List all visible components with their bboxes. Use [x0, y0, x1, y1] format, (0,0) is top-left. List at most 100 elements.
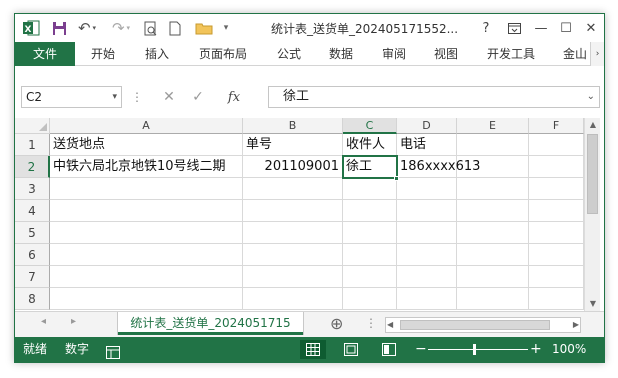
row-header-1[interactable]: 1 — [15, 134, 50, 156]
print-preview-icon[interactable] — [141, 18, 161, 38]
cell-c2[interactable]: 徐工 — [343, 156, 397, 178]
empty-cell[interactable] — [50, 178, 243, 200]
empty-cell[interactable] — [343, 244, 397, 266]
cell-d2[interactable]: 186xxxx613 — [397, 156, 529, 178]
cell-a1[interactable]: 送货地点 — [50, 134, 243, 156]
maximize-button[interactable]: ☐ — [555, 18, 577, 38]
expand-formula-bar-icon[interactable]: ⌄ — [587, 87, 595, 107]
cell-c1[interactable]: 收件人 — [343, 134, 397, 156]
row-header-3[interactable]: 3 — [15, 178, 50, 200]
empty-cell[interactable] — [397, 266, 457, 288]
empty-cell[interactable] — [243, 266, 343, 288]
next-sheet-icon[interactable]: ▸ — [71, 316, 76, 327]
column-header-b[interactable]: B — [243, 118, 343, 134]
name-box[interactable]: C2 ▾ — [21, 86, 122, 108]
row-header-7[interactable]: 7 — [15, 266, 50, 288]
scroll-right-icon[interactable]: ▶ — [573, 318, 579, 332]
empty-cell[interactable] — [457, 266, 529, 288]
previous-sheet-icon[interactable]: ◂ — [41, 316, 46, 327]
tabs-scroll-right-button[interactable]: › — [590, 42, 604, 66]
scroll-up-icon[interactable]: ▲ — [585, 118, 601, 132]
empty-cell[interactable] — [50, 222, 243, 244]
vertical-scrollbar[interactable]: ▲ ▼ — [584, 118, 600, 311]
empty-cell[interactable] — [243, 222, 343, 244]
tab-home[interactable]: 开始 — [91, 42, 115, 66]
cell-d1[interactable]: 电话 — [397, 134, 457, 156]
empty-cell[interactable] — [529, 222, 584, 244]
empty-cell[interactable] — [529, 134, 584, 156]
empty-cell[interactable] — [243, 200, 343, 222]
formula-input[interactable]: 徐工 ⌄ — [268, 86, 600, 108]
empty-cell[interactable] — [457, 222, 529, 244]
scroll-down-icon[interactable]: ▼ — [585, 297, 601, 311]
tab-view[interactable]: 视图 — [434, 42, 458, 66]
empty-cell[interactable] — [343, 222, 397, 244]
horizontal-scrollbar[interactable]: ◀ ▶ — [385, 317, 581, 333]
chevron-down-icon[interactable]: ▾ — [112, 87, 117, 107]
column-header-e[interactable]: E — [457, 118, 529, 134]
minimize-button[interactable]: — — [530, 18, 552, 38]
tab-review[interactable]: 审阅 — [382, 42, 406, 66]
empty-cell[interactable] — [50, 288, 243, 310]
open-folder-icon[interactable] — [193, 18, 215, 38]
cell-a2[interactable]: 中铁六局北京地铁10号线二期 — [50, 156, 243, 178]
row-header-8[interactable]: 8 — [15, 288, 50, 310]
empty-cell[interactable] — [529, 156, 584, 178]
zoom-in-icon[interactable]: + — [530, 337, 542, 362]
page-layout-view-icon[interactable] — [338, 340, 364, 359]
redo-icon[interactable]: ↷ ▾ — [107, 18, 135, 38]
horizontal-scroll-thumb[interactable] — [400, 320, 550, 330]
close-button[interactable]: ✕ — [580, 18, 602, 38]
tab-formulas[interactable]: 公式 — [277, 42, 301, 66]
column-header-a[interactable]: A — [50, 118, 243, 134]
empty-cell[interactable] — [457, 244, 529, 266]
column-header-c[interactable]: C — [343, 118, 397, 134]
zoom-level[interactable]: 100% — [552, 337, 586, 362]
scroll-left-icon[interactable]: ◀ — [387, 318, 393, 332]
tab-insert[interactable]: 插入 — [145, 42, 169, 66]
empty-cell[interactable] — [343, 266, 397, 288]
empty-cell[interactable] — [343, 178, 397, 200]
empty-cell[interactable] — [343, 200, 397, 222]
empty-cell[interactable] — [457, 288, 529, 310]
tab-kingsoft[interactable]: 金山 — [563, 42, 590, 66]
empty-cell[interactable] — [457, 200, 529, 222]
zoom-slider-thumb[interactable] — [473, 344, 476, 355]
row-header-2[interactable]: 2 — [15, 156, 50, 178]
fill-handle[interactable] — [394, 176, 399, 181]
zoom-out-icon[interactable]: − — [415, 337, 427, 362]
empty-cell[interactable] — [50, 244, 243, 266]
empty-cell[interactable] — [397, 244, 457, 266]
select-all-corner[interactable] — [15, 118, 50, 134]
tab-developer[interactable]: 开发工具 — [487, 42, 535, 66]
sheet-bar-splitter-icon[interactable]: ⋮ — [365, 316, 377, 330]
empty-cell[interactable] — [529, 266, 584, 288]
tab-page-layout[interactable]: 页面布局 — [199, 42, 247, 66]
empty-cell[interactable] — [50, 200, 243, 222]
enter-icon[interactable]: ✓ — [187, 88, 209, 106]
empty-cell[interactable] — [243, 244, 343, 266]
column-header-f[interactable]: F — [529, 118, 584, 134]
tab-file[interactable]: 文件 — [15, 42, 75, 66]
excel-app-icon[interactable]: X — [21, 18, 41, 38]
new-document-icon[interactable] — [165, 18, 185, 38]
macro-record-icon[interactable] — [106, 343, 120, 359]
page-break-view-icon[interactable] — [376, 340, 402, 359]
insert-function-button[interactable]: fx — [219, 88, 249, 106]
ribbon-display-options-icon[interactable] — [503, 18, 525, 38]
empty-cell[interactable] — [397, 200, 457, 222]
empty-cell[interactable] — [397, 222, 457, 244]
empty-cell[interactable] — [529, 244, 584, 266]
save-icon[interactable] — [49, 18, 69, 38]
empty-cell[interactable] — [343, 288, 397, 310]
empty-cell[interactable] — [457, 178, 529, 200]
new-sheet-button[interactable]: ⊕ — [330, 314, 343, 333]
row-header-5[interactable]: 5 — [15, 222, 50, 244]
empty-cell[interactable] — [243, 288, 343, 310]
row-header-6[interactable]: 6 — [15, 244, 50, 266]
normal-view-icon[interactable] — [300, 340, 326, 359]
vertical-scroll-thumb[interactable] — [587, 134, 598, 214]
empty-cell[interactable] — [457, 134, 529, 156]
cancel-icon[interactable]: ✕ — [158, 88, 180, 106]
customize-quick-access-icon[interactable]: ▾ — [219, 18, 233, 38]
